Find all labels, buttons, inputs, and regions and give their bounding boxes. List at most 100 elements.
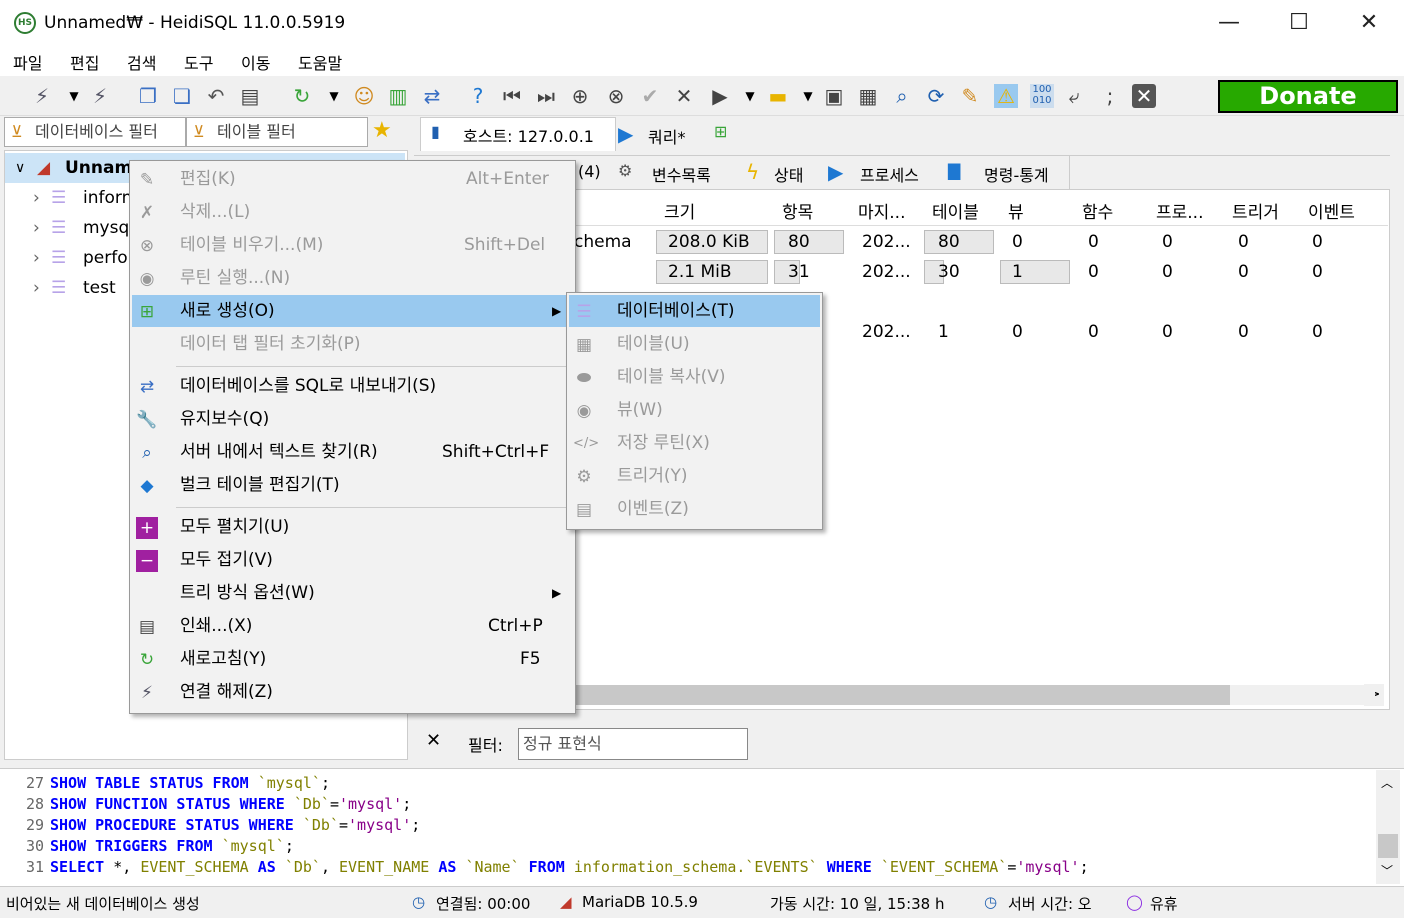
semicolon-icon[interactable]: ;	[1098, 84, 1122, 108]
subtab-command-stats[interactable]: ▇ 명령-통계	[940, 156, 1070, 190]
menu-item-expand-all[interactable]: + 모두 펼치기(U)	[132, 511, 573, 543]
save-snippet-icon[interactable]: ▦	[856, 84, 880, 108]
connect-icon[interactable]: ⚡	[30, 84, 54, 108]
expand-icon[interactable]: ›	[33, 243, 40, 273]
column-header[interactable]: 이벤트	[1308, 198, 1355, 223]
menu-help[interactable]: 도움말	[298, 50, 342, 74]
scroll-track[interactable]	[1230, 685, 1375, 705]
menu-tools[interactable]: 도구	[184, 50, 213, 74]
dropdown-arrow-icon[interactable]: ▼	[62, 84, 86, 108]
menu-item-edit[interactable]: ✎ 편집(K) Alt+Enter	[132, 163, 573, 195]
filter-regex-input[interactable]: 정규 표현식	[518, 728, 748, 760]
open-folder-icon[interactable]: ▬	[766, 84, 790, 108]
undo-icon[interactable]: ↶	[204, 84, 228, 108]
clean-icon[interactable]: ✎	[958, 84, 982, 108]
column-header[interactable]: 뷰	[1008, 198, 1024, 223]
submenu-item-trigger[interactable]: ⚙ 트리거(Y)	[569, 460, 820, 492]
submenu-item-stored-routine[interactable]: </> 저장 루틴(X)	[569, 427, 820, 459]
sql-log[interactable]: 27 SHOW TABLE STATUS FROM `mysql`; 28 SHOW…	[0, 768, 1404, 886]
disconnect-icon[interactable]: ⚡	[88, 84, 112, 108]
menu-search[interactable]: 검색	[127, 50, 156, 74]
first-icon[interactable]: ⏮	[500, 84, 524, 108]
subtab-variables[interactable]: ⚙ 변수목록	[614, 156, 732, 190]
menu-item-export-sql[interactable]: ⇄ 데이터베이스를 SQL로 내보내기(S)	[132, 370, 573, 402]
column-header[interactable]: 마지...	[858, 198, 906, 223]
check-icon[interactable]: ✔	[638, 84, 662, 108]
warning-icon[interactable]: ⚠	[994, 84, 1018, 108]
database-filter-input[interactable]: ⊻ 데이터베이스 필터	[4, 117, 186, 147]
paste-icon[interactable]: ❏	[170, 84, 194, 108]
refresh-icon[interactable]: ↻	[290, 84, 314, 108]
menu-item-reset-filter[interactable]: 데이터 탭 필터 초기화(P)	[132, 328, 573, 360]
expand-icon[interactable]: ›	[33, 273, 40, 303]
column-header[interactable]: 프로...	[1156, 198, 1204, 223]
column-header[interactable]: 항목	[782, 198, 813, 223]
subtab-processes[interactable]: ▶ 프로세스	[820, 156, 938, 190]
menu-item-delete[interactable]: ✗ 삭제...(L)	[132, 196, 573, 228]
run-icon[interactable]: ▶	[708, 84, 732, 108]
menu-item-bulk-editor[interactable]: ◆ 벌크 테이블 편집기(T)	[132, 469, 573, 501]
expand-icon[interactable]: ›	[33, 183, 40, 213]
column-header[interactable]: 크기	[664, 198, 695, 223]
minimize-button[interactable]: —	[1194, 0, 1264, 46]
menu-item-print[interactable]: ▤ 인쇄...(X) Ctrl+P	[132, 610, 573, 642]
close-filter-icon[interactable]: ✕	[426, 730, 441, 751]
submenu-item-view[interactable]: ◉ 뷰(W)	[569, 394, 820, 426]
menu-edit[interactable]: 편집	[70, 50, 99, 74]
menu-item-tree-options[interactable]: 트리 방식 옵션(W) ▶	[132, 577, 573, 609]
submenu-item-table[interactable]: ▦ 테이블(U)	[569, 328, 820, 360]
delete-icon[interactable]: ⊗	[604, 84, 628, 108]
export-icon[interactable]: ⇄	[420, 84, 444, 108]
save-icon[interactable]: ▣	[822, 84, 846, 108]
cancel-icon[interactable]: ✕	[672, 84, 696, 108]
tree-item-test[interactable]: › ☰ test	[5, 273, 129, 303]
column-header[interactable]: 트리거	[1232, 198, 1279, 223]
last-icon[interactable]: ⏭	[534, 84, 558, 108]
tab-host[interactable]: ▮ 호스트: 127.0.0.1	[420, 117, 616, 151]
menu-go[interactable]: 이동	[241, 50, 270, 74]
tab-query[interactable]: ▶ 쿼리* ⊞	[616, 119, 746, 151]
menu-item-maintenance[interactable]: 🔧 유지보수(Q)	[132, 403, 573, 435]
menu-item-find-text[interactable]: ⌕ 서버 내에서 텍스트 찾기(R) Shift+Ctrl+F	[132, 436, 573, 468]
replace-icon[interactable]: ⟳	[924, 84, 948, 108]
copy-icon[interactable]: ❐	[136, 84, 160, 108]
subtab-databases-count[interactable]: (4)	[578, 162, 601, 181]
dropdown-arrow-icon[interactable]: ▼	[322, 84, 346, 108]
print-icon[interactable]: ▤	[238, 84, 262, 108]
menu-item-collapse-all[interactable]: − 모두 접기(V)	[132, 544, 573, 576]
scroll-down-icon[interactable]: ﹀	[1381, 862, 1393, 879]
add-icon[interactable]: ⊕	[568, 84, 592, 108]
subtab-status[interactable]: ϟ 상태	[734, 156, 818, 190]
expand-icon[interactable]: ›	[33, 213, 40, 243]
dropdown-arrow-icon[interactable]: ▼	[738, 84, 762, 108]
favorite-star-icon[interactable]: ★	[372, 118, 392, 143]
binary-icon[interactable]: 100 010	[1030, 84, 1054, 108]
menu-item-create-new[interactable]: ⊞ 새로 생성(O) ▶	[132, 295, 573, 327]
import-csv-icon[interactable]: ▥	[386, 84, 410, 108]
wrap-icon[interactable]: ⤶	[1062, 84, 1086, 108]
close-tab-icon[interactable]: ✕	[1132, 84, 1156, 108]
new-query-tab-icon[interactable]: ⊞	[714, 122, 727, 141]
find-icon[interactable]: ⌕	[890, 84, 914, 108]
maximize-button[interactable]: ☐	[1264, 0, 1334, 46]
table-row[interactable]: 2.1 MiB 31 202... 30 1 0 0 0 0	[574, 258, 1388, 288]
tree-item-information-schema[interactable]: › ☰ information_schema	[5, 183, 129, 213]
help-icon[interactable]: ?	[466, 84, 490, 108]
submenu-item-database[interactable]: ☰ 데이터베이스(T)	[569, 295, 820, 327]
vertical-scrollbar[interactable]: ︿ ﹀	[1376, 770, 1400, 884]
scroll-thumb[interactable]	[1378, 834, 1398, 858]
dropdown-arrow-icon[interactable]: ▼	[796, 84, 820, 108]
column-header[interactable]: 테이블	[932, 198, 979, 223]
collapse-icon[interactable]: ∨	[15, 153, 25, 183]
submenu-item-event[interactable]: ▤ 이벤트(Z)	[569, 493, 820, 525]
donate-button[interactable]: Donate	[1218, 80, 1398, 113]
table-filter-input[interactable]: ⊻ 테이블 필터	[186, 117, 368, 147]
menu-item-run-routine[interactable]: ◉ 루틴 실행...(N)	[132, 262, 573, 294]
scroll-up-icon[interactable]: ︿	[1381, 774, 1393, 791]
submenu-item-copy-table[interactable]: ⬬ 테이블 복사(V)	[569, 361, 820, 393]
menu-item-empty-table[interactable]: ⊗ 테이블 비우기...(M) Shift+Del	[132, 229, 573, 261]
users-icon[interactable]: ☺	[352, 84, 376, 108]
close-button[interactable]: ✕	[1334, 0, 1404, 46]
tree-item-mysql[interactable]: › ☰ mysql	[5, 213, 129, 243]
menu-item-disconnect[interactable]: ⚡ 연결 해제(Z)	[132, 676, 573, 708]
